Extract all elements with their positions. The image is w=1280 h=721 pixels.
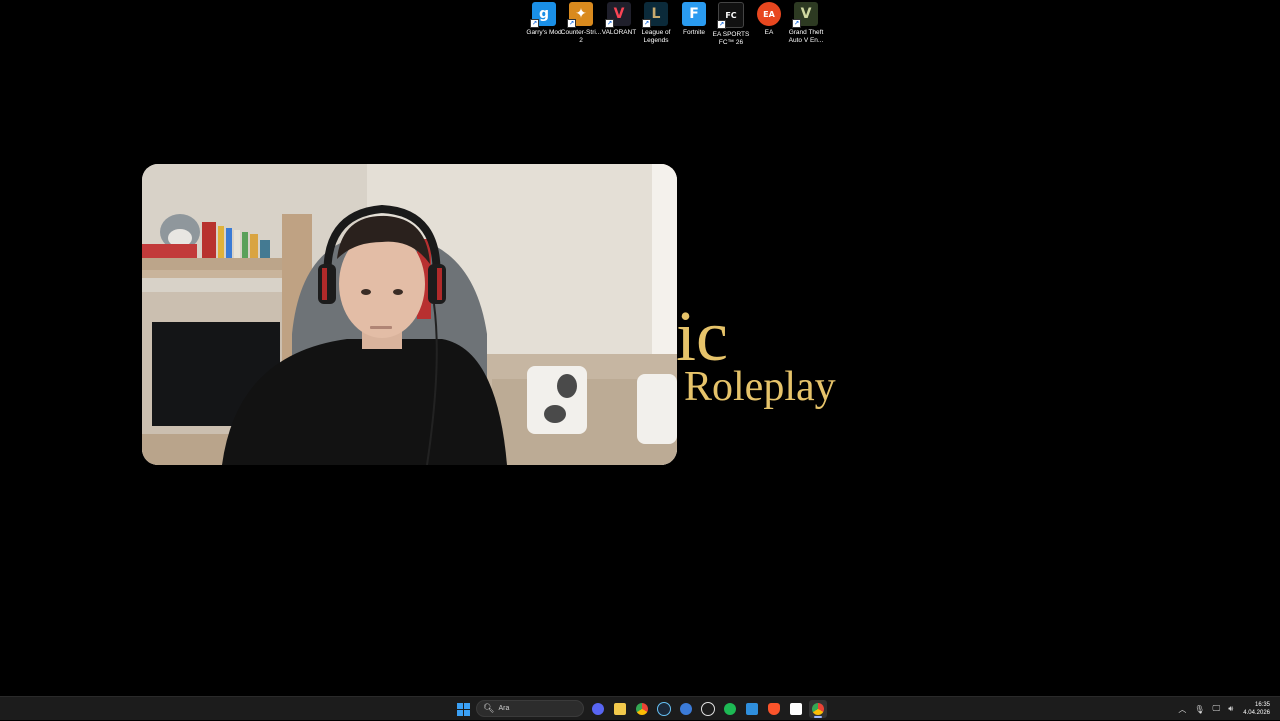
taskbar-app-chatgpt[interactable] [699, 700, 717, 718]
garrys-mod-icon: g ↗ [530, 2, 556, 28]
counter-strike-icon: ✦ ↗ [567, 2, 593, 28]
steam-icon [657, 702, 671, 716]
wallpaper-title-line2: Roleplay [684, 364, 836, 410]
chrome-active-icon [812, 703, 824, 715]
volume-icon[interactable]: 🔊︎ [1228, 704, 1233, 714]
network-icon[interactable]: 🖵︎ [1213, 704, 1221, 714]
taskbar-app-file-explorer[interactable] [611, 700, 629, 718]
notion-icon [790, 703, 802, 715]
microphone-icon[interactable]: 🎙︎ [1194, 705, 1204, 714]
windows-logo-icon [456, 702, 470, 716]
system-tray: ︿ 🎙︎ 🖵︎ 🔊︎ 16:35 4.04.2026 [1170, 697, 1270, 721]
search-icon: 🔍︎ [483, 703, 495, 713]
valorant-icon: V ↗ [605, 2, 631, 28]
taskbar-app-discord[interactable] [589, 700, 607, 718]
vscode-icon [746, 703, 758, 715]
desktop-icon-gta-v[interactable]: V ↗ Grand Theft Auto V En... [787, 2, 825, 44]
clock-date: 4.04.2026 [1243, 710, 1270, 716]
chatgpt-icon [701, 702, 715, 716]
gta-v-icon: V ↗ [792, 2, 818, 28]
ea-icon: EA [757, 2, 781, 26]
taskbar-app-vscode[interactable] [743, 700, 761, 718]
desktop-icon-league-of-legends[interactable]: L ↗ League of Legends [637, 2, 675, 44]
clock-time: 16:35 [1254, 702, 1270, 708]
clock[interactable]: 16:35 4.04.2026 [1243, 701, 1270, 717]
chrome-icon [636, 703, 648, 715]
desktop-icon-label: Grand Theft Auto V En... [788, 29, 824, 44]
taskbar-app-steam[interactable] [655, 700, 673, 718]
desktop-icon-fortnite[interactable]: F Fortnite [675, 2, 713, 37]
start-button[interactable] [454, 700, 472, 718]
active-indicator [814, 716, 822, 718]
app-blue-icon [680, 703, 692, 715]
desktop-icon-ea-sports-fc[interactable]: FC ↗ EA SPORTS FC™ 26 [712, 2, 750, 46]
chevron-up-icon[interactable]: ︿ [1178, 704, 1186, 715]
league-of-legends-icon: L ↗ [642, 2, 668, 28]
desktop-icon-counter-strike[interactable]: ✦ ↗ Counter-Stri... 2 [561, 2, 601, 44]
desktop-icon-garrys-mod[interactable]: g ↗ Garry's Mod [525, 2, 563, 37]
taskbar-app-chrome-active[interactable] [809, 700, 827, 718]
file-explorer-icon [614, 703, 626, 715]
fortnite-icon: F [682, 2, 706, 26]
webcam-feed-image [142, 164, 677, 465]
discord-icon [592, 703, 604, 715]
taskbar-app-brave[interactable] [765, 700, 783, 718]
desktop-icon-valorant[interactable]: V ↗ VALORANT [600, 2, 638, 37]
brave-icon [768, 703, 780, 715]
taskbar: 🔍︎ Ara ︿ 🎙︎ 🖵︎ 🔊︎ 16:35 4.04.2026 [0, 696, 1280, 720]
ea-sports-fc-icon: FC ↗ [717, 2, 744, 29]
taskbar-app-chrome[interactable] [633, 700, 651, 718]
taskbar-app-blue[interactable] [677, 700, 695, 718]
search-placeholder: Ara [498, 705, 510, 712]
taskbar-app-notion[interactable] [787, 700, 805, 718]
webcam-overlay [142, 164, 677, 465]
taskbar-search[interactable]: 🔍︎ Ara [476, 700, 584, 717]
taskbar-app-spotify[interactable] [721, 700, 739, 718]
spotify-icon [724, 703, 736, 715]
desktop-icon-ea[interactable]: EA EA [750, 2, 788, 37]
